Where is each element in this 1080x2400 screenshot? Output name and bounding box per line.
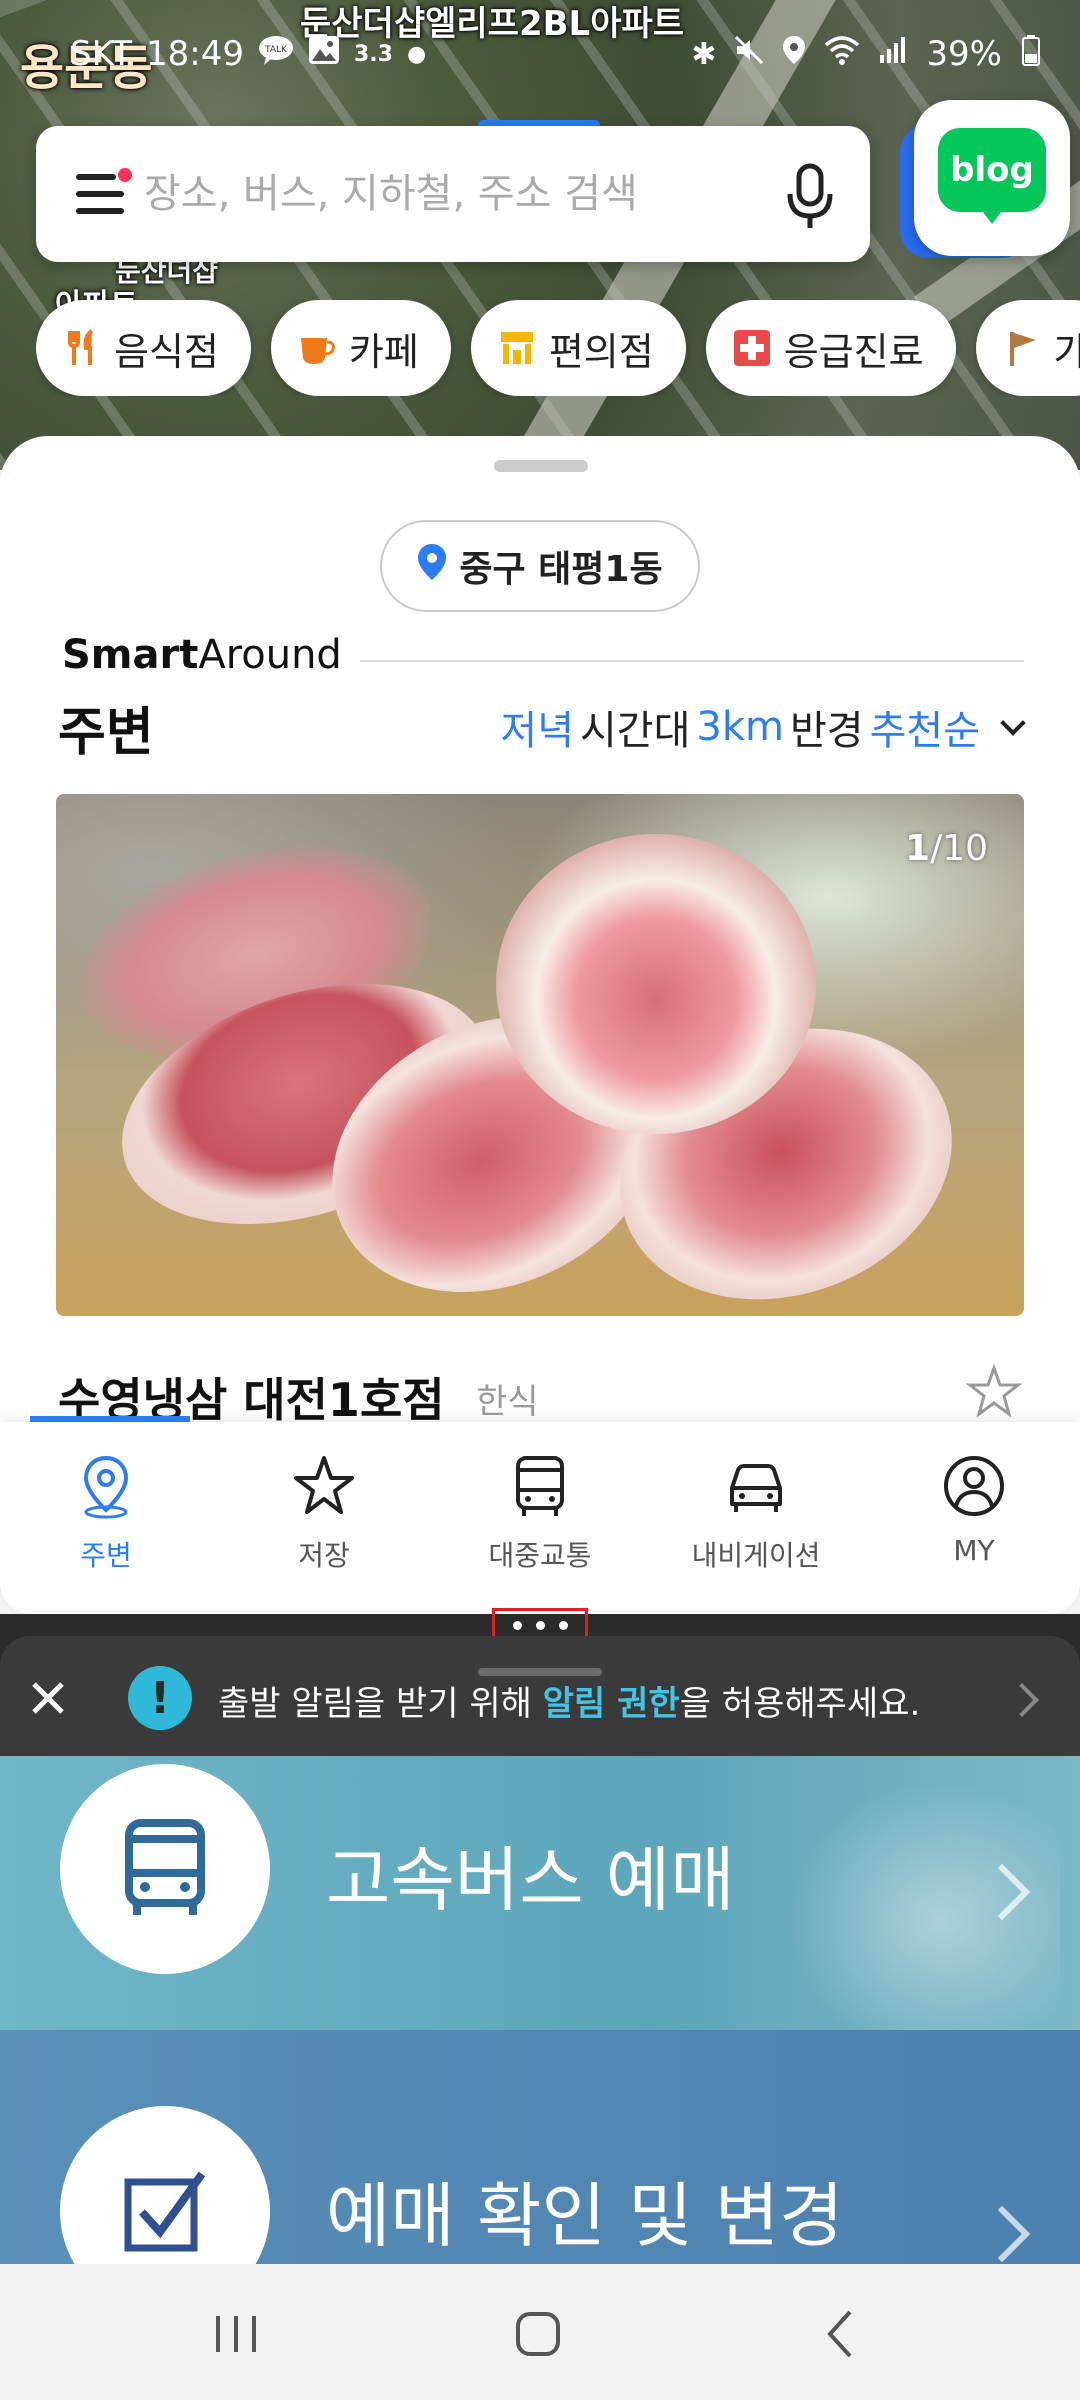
medical-cross-icon [732,328,772,368]
chip-emergency-care[interactable]: 응급진료 [705,300,956,396]
bus-icon [516,1456,564,1516]
filter-time-suffix: 시간대 [580,708,691,754]
location-status-icon [782,35,806,73]
divider [360,660,1024,662]
kakaotalk-icon: TALK [258,35,294,73]
carrier-label: SKT [70,34,133,74]
car-icon [730,1464,782,1512]
person-icon [944,1456,1004,1516]
filter-radius: 3km [696,704,784,750]
chip-label: 카페 [348,329,419,374]
notification-dot-icon: ● [406,41,427,67]
tab-label: 내비게이션 [691,1539,821,1572]
sheet-drag-handle[interactable] [494,460,588,472]
save-star-icon[interactable] [965,1363,1023,1420]
wifi-icon [824,35,860,73]
battery-icon [1020,34,1042,74]
notification-text: 출발 알림을 받기 위해 알림 권한을 허용해주세요. [218,1684,921,1724]
utensils-icon [62,328,102,368]
coffee-cup-icon [297,328,337,368]
booking-check-banner[interactable]: 예매 확인 및 변경 [0,2030,1080,2316]
filter-sort: 추천순 [869,708,980,754]
notification-dot [118,168,132,182]
home-icon[interactable] [502,2298,574,2370]
bus-icon [125,1819,205,1915]
bluetooth-icon: ✱ [691,36,717,72]
filter-radius-suffix: 반경 [789,708,864,754]
star-icon [294,1456,354,1514]
exclamation-icon: ! [128,1666,192,1730]
filter-time: 저녁 [500,708,574,754]
blog-label: blog [938,128,1046,212]
gallery-icon [308,35,340,73]
category-chips: 음식점 카페 편의점 응급진료 가 [36,300,1080,396]
active-tab-indicator [30,1416,190,1422]
chip-label: 음식점 [114,329,219,374]
close-icon[interactable] [30,1680,66,1716]
tab-my[interactable]: MY [874,1452,1074,1592]
banner-title: 고속버스 예매 [326,1839,735,1921]
filter-selector[interactable]: 저녁 시간대 3km 반경 추천순 [500,698,1026,756]
express-bus-booking-banner[interactable]: 고속버스 예매 [0,1756,1080,2030]
back-icon[interactable] [806,2298,878,2370]
tab-label: MY [953,1534,995,1567]
chip-label: 편의점 [548,329,654,374]
tab-transit[interactable]: 대중교통 [440,1452,640,1592]
place-photo[interactable]: 1/10 [56,794,1024,1316]
bus-icon-circle [60,1764,270,1974]
tab-saved[interactable]: 저장 [224,1452,424,1592]
chip-cafe[interactable]: 카페 [270,300,451,396]
chevron-down-icon [1000,710,1026,736]
tab-nearby[interactable]: 주변 [6,1452,206,1592]
store-icon [497,328,537,368]
tab-label: 주변 [80,1539,132,1572]
clock: 18:49 [146,34,244,74]
chip-label: 응급진료 [783,329,924,374]
location-label: 중구 태평1동 [459,549,663,590]
search-bar[interactable] [36,126,870,262]
chip-label: 가 [1053,329,1080,374]
banner-title: 예매 확인 및 변경 [326,2175,844,2257]
chip-restaurant[interactable]: 음식점 [36,300,251,396]
hamburger-menu-icon[interactable] [76,168,132,216]
chevron-right-icon[interactable] [1005,1683,1039,1717]
section-title: 주변 [58,703,154,763]
mute-icon [734,35,764,73]
recent-apps-icon[interactable] [200,2298,272,2370]
location-pin-icon [83,1455,129,1519]
blog-bubble-tail [980,208,1004,224]
weather-badge: 3.3 [354,41,393,67]
chip-more[interactable]: 가 [975,300,1080,396]
bottom-navigation: 주변 저장 대중교통 내비게이션 MY [0,1416,1080,1614]
system-navigation-bar [0,2264,1080,2400]
search-input[interactable] [144,160,784,228]
panel-drag-handle[interactable] [478,1668,602,1676]
chip-convenience-store[interactable]: 편의점 [470,300,686,396]
permission-notification[interactable]: ! 출발 알림을 받기 위해 알림 권한을 허용해주세요. [0,1636,1080,1756]
flag-icon [1002,328,1042,368]
location-button[interactable]: 중구 태평1동 [380,520,700,612]
battery-percent: 39% [926,34,1002,74]
chevron-right-icon [973,2205,1031,2263]
status-bar: SKT 18:49 TALK 3.3 ● ✱ 39% [0,22,1080,86]
svg-text:TALK: TALK [264,45,288,55]
blog-button[interactable]: blog [914,100,1070,256]
tab-label: 대중교통 [488,1539,592,1572]
tab-label: 저장 [298,1539,350,1572]
location-pin-icon [417,543,447,590]
tab-navigation[interactable]: 내비게이션 [656,1452,856,1592]
photo-counter: 1/10 [905,828,988,869]
signal-icon [878,35,908,73]
smart-around-logo: SmartAround [62,632,342,678]
checkbox-icon [124,2171,206,2252]
place-category: 한식 [476,1382,539,1422]
microphone-icon[interactable] [782,162,838,232]
